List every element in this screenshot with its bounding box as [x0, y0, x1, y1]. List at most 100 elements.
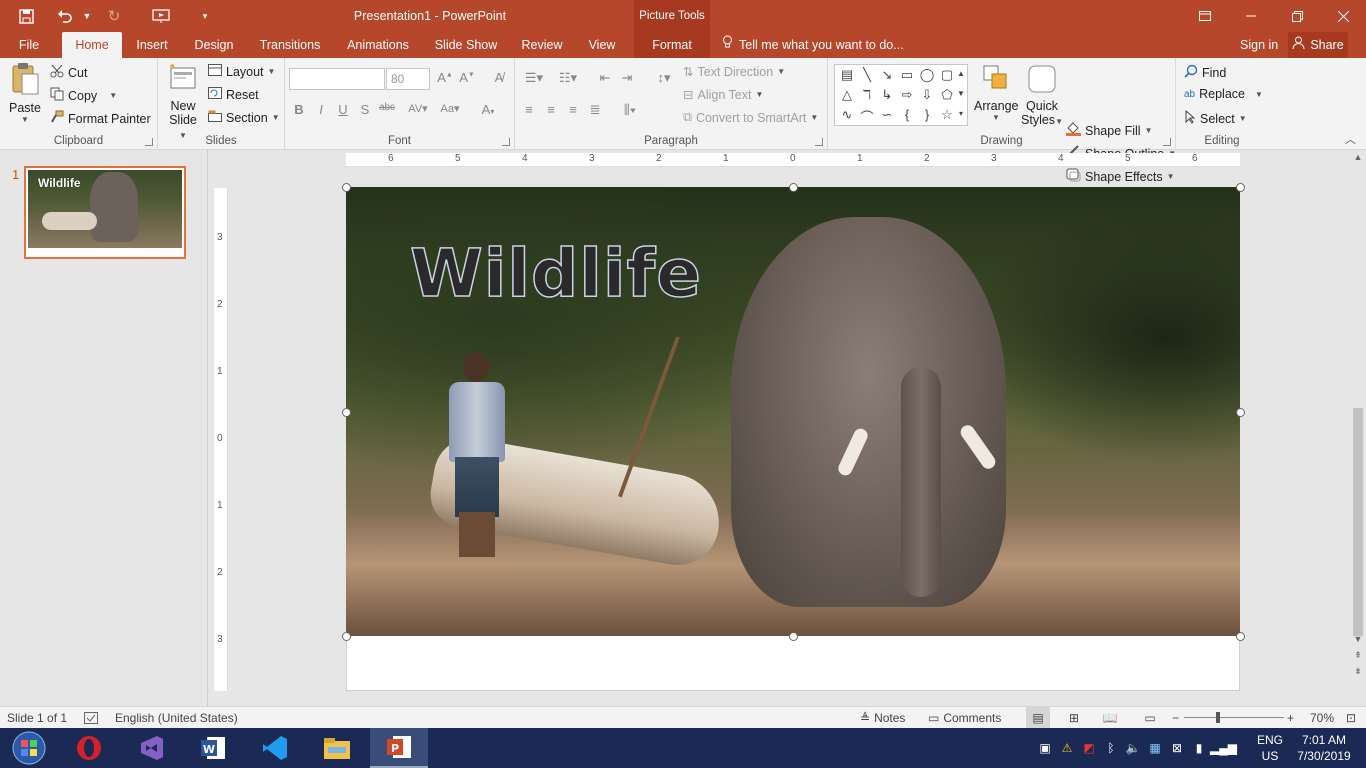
- next-slide-icon[interactable]: ⇟: [1350, 666, 1366, 677]
- vertical-ruler[interactable]: 3 2 1 0 1 2 3: [214, 188, 228, 691]
- start-button[interactable]: [0, 728, 58, 768]
- slide-thumbnail[interactable]: Wildlife: [24, 166, 186, 259]
- previous-slide-icon[interactable]: ⇞: [1350, 650, 1366, 661]
- align-right-icon[interactable]: ≡: [563, 102, 583, 117]
- underline-icon[interactable]: U: [333, 102, 353, 117]
- notes-button[interactable]: ≜ Notes: [860, 707, 905, 729]
- rounded-rect-shape-icon[interactable]: ▢: [937, 67, 957, 83]
- convert-smartart-button[interactable]: ⧉ Convert to SmartArt ▼: [683, 110, 818, 125]
- share-button[interactable]: Share: [1288, 32, 1348, 58]
- new-slide-button[interactable]: New Slide ▼: [164, 62, 202, 141]
- font-color-icon[interactable]: A▾: [475, 102, 501, 117]
- resize-handle-sw[interactable]: [342, 632, 351, 641]
- elbow-arrow-icon[interactable]: ↳: [877, 87, 897, 103]
- italic-icon[interactable]: I: [311, 102, 331, 117]
- text-shadow-icon[interactable]: S: [355, 102, 375, 117]
- slide-title[interactable]: Wildlife: [409, 234, 702, 313]
- resize-handle-nw[interactable]: [342, 183, 351, 192]
- zoom-slider[interactable]: [1184, 717, 1284, 718]
- font-size-box[interactable]: 80: [386, 68, 430, 90]
- decrease-font-icon[interactable]: A▼: [457, 70, 477, 85]
- zoom-in-icon[interactable]: +: [1287, 707, 1294, 729]
- selected-picture[interactable]: Wildlife: [346, 187, 1240, 636]
- clipboard-launcher-icon[interactable]: [145, 138, 153, 146]
- zoom-slider-knob[interactable]: [1216, 712, 1220, 723]
- freeform-shape-icon[interactable]: ⬠: [937, 87, 957, 103]
- align-center-icon[interactable]: ≡: [541, 102, 561, 117]
- font-name-box[interactable]: [289, 68, 385, 90]
- scribble-shape-icon[interactable]: ∽: [877, 107, 897, 123]
- zoom-out-icon[interactable]: −: [1172, 707, 1179, 729]
- ribbon-display-options-icon[interactable]: [1182, 0, 1228, 32]
- powerpoint-icon[interactable]: P: [370, 728, 428, 768]
- tab-file[interactable]: File: [8, 32, 50, 58]
- slide-sorter-icon[interactable]: ⊞: [1064, 707, 1084, 729]
- character-spacing-icon[interactable]: AV▾: [403, 102, 433, 115]
- signal-icon[interactable]: ▂▄▆: [1210, 741, 1237, 755]
- start-from-beginning-icon[interactable]: [132, 0, 190, 32]
- line-spacing-icon[interactable]: ↕▾: [649, 70, 679, 86]
- app-tray-icon[interactable]: ▣: [1034, 741, 1056, 755]
- word-icon[interactable]: W: [184, 728, 242, 768]
- resize-handle-w[interactable]: [342, 408, 351, 417]
- bluetooth-icon[interactable]: ᛒ: [1100, 741, 1122, 755]
- fit-slide-icon[interactable]: ⊡: [1346, 707, 1356, 729]
- decrease-indent-icon[interactable]: ⇤: [595, 70, 615, 86]
- spelling-check-icon[interactable]: [84, 707, 98, 729]
- tab-transitions[interactable]: Transitions: [252, 32, 328, 58]
- shape-effects-button[interactable]: Shape Effects ▼: [1066, 168, 1175, 185]
- reading-view-icon[interactable]: 📖: [1100, 707, 1120, 729]
- scroll-down-icon[interactable]: ▼: [1350, 634, 1366, 644]
- vscode-icon[interactable]: [246, 728, 304, 768]
- tab-format[interactable]: Format: [634, 32, 710, 58]
- volume-icon[interactable]: 🔈: [1122, 741, 1144, 755]
- bold-icon[interactable]: B: [289, 102, 309, 117]
- align-text-button[interactable]: ⊟ Align Text ▼: [683, 87, 763, 103]
- tab-design[interactable]: Design: [186, 32, 242, 58]
- text-direction-button[interactable]: ⇅ Text Direction ▼: [683, 64, 785, 80]
- shapes-gallery[interactable]: ▤ ╲ ↘ ▭ ◯ ▢ △ ℸ ↳ ⇨ ⇩ ⬠ ∿ ⌒ ∽ { } ☆ ▲ ▼ …: [834, 64, 968, 126]
- file-explorer-icon[interactable]: [308, 728, 366, 768]
- opera-icon[interactable]: [60, 728, 118, 768]
- align-left-icon[interactable]: ≡: [519, 102, 539, 117]
- system-clock[interactable]: 7:01 AM 7/30/2019: [1296, 732, 1352, 764]
- comments-button[interactable]: ▭ Comments: [928, 707, 1001, 729]
- columns-icon[interactable]: ⫼▾: [615, 102, 645, 118]
- resize-handle-e[interactable]: [1236, 408, 1245, 417]
- tab-insert[interactable]: Insert: [128, 32, 176, 58]
- vertical-scrollbar[interactable]: ▲ ▼ ⇞ ⇟: [1350, 152, 1366, 682]
- shape-fill-button[interactable]: Shape Fill ▼: [1066, 122, 1153, 139]
- section-button[interactable]: Section ▼: [208, 110, 280, 125]
- justify-icon[interactable]: ≣: [585, 102, 605, 118]
- acrobat-icon[interactable]: ◩: [1078, 741, 1100, 755]
- restore-icon[interactable]: [1274, 0, 1320, 32]
- copy-dropdown-icon[interactable]: ▼: [109, 91, 117, 100]
- visual-studio-icon[interactable]: [122, 728, 180, 768]
- gallery-scroll-up-icon[interactable]: ▲: [955, 69, 967, 78]
- quick-styles-button[interactable]: Quick Styles▼: [1020, 64, 1064, 127]
- scrollbar-thumb[interactable]: [1353, 408, 1363, 636]
- reset-button[interactable]: Reset: [208, 87, 259, 102]
- tab-animations[interactable]: Animations: [338, 32, 418, 58]
- sign-in-link[interactable]: Sign in: [1240, 32, 1278, 58]
- gallery-more-icon[interactable]: ▾: [955, 109, 967, 118]
- down-arrow-shape-icon[interactable]: ⇩: [917, 87, 937, 103]
- oval-shape-icon[interactable]: ◯: [917, 67, 937, 83]
- paragraph-launcher-icon[interactable]: [815, 138, 823, 146]
- network-settings-icon[interactable]: ▦: [1144, 741, 1166, 755]
- zoom-level[interactable]: 70%: [1310, 707, 1334, 729]
- normal-view-icon[interactable]: ▤: [1026, 707, 1050, 729]
- increase-font-icon[interactable]: A▲: [435, 70, 455, 85]
- undo-icon[interactable]: [52, 0, 78, 32]
- arrange-button[interactable]: Arrange ▼: [974, 64, 1018, 122]
- save-icon[interactable]: [0, 0, 52, 32]
- customize-qat-icon[interactable]: ▾: [190, 0, 220, 32]
- left-brace-shape-icon[interactable]: {: [897, 107, 917, 122]
- collapse-ribbon-icon[interactable]: ︿: [1345, 131, 1356, 147]
- increase-indent-icon[interactable]: ⇥: [617, 70, 637, 86]
- right-arrow-shape-icon[interactable]: ⇨: [897, 87, 917, 103]
- triangle-shape-icon[interactable]: △: [837, 87, 857, 103]
- gallery-scroll-down-icon[interactable]: ▼: [955, 89, 967, 98]
- layout-button[interactable]: Layout ▼: [208, 64, 275, 79]
- clear-formatting-icon[interactable]: A̸: [489, 70, 509, 85]
